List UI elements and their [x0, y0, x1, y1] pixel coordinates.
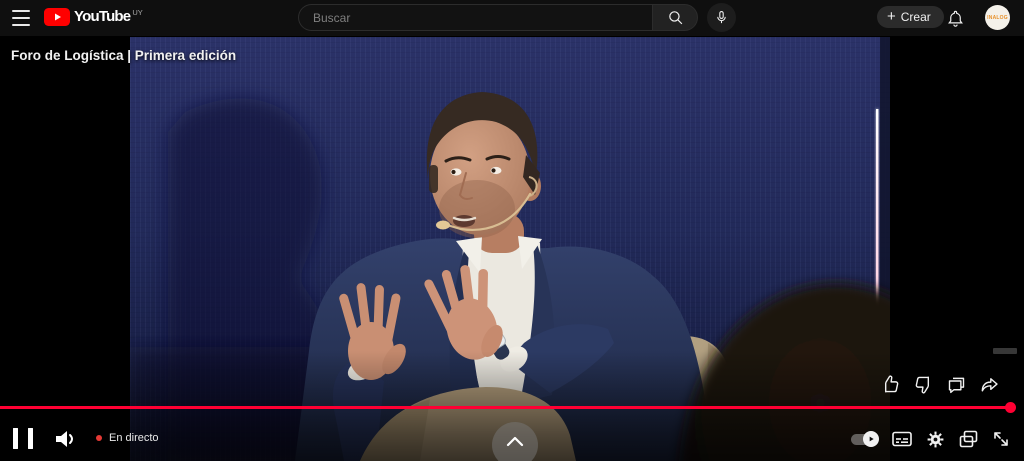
subtitles-icon [892, 431, 912, 447]
video-player[interactable] [130, 37, 890, 461]
subtitles-button[interactable] [892, 431, 912, 447]
microphone-icon [714, 10, 729, 25]
progress-fill [0, 406, 1010, 409]
hamburger-icon [12, 24, 30, 26]
avatar-text: INALOG [987, 15, 1008, 21]
progress-scrubber[interactable] [1005, 402, 1016, 413]
pause-button[interactable] [13, 428, 33, 450]
masthead: YouTube UY + Crear [0, 0, 1024, 36]
thumbs-down-icon [913, 374, 934, 395]
player-controls: En directo [0, 414, 1024, 461]
progress-bar[interactable] [0, 406, 1024, 410]
show-more-button[interactable] [492, 422, 538, 461]
chevron-up-icon [504, 434, 526, 448]
search-button[interactable] [652, 4, 698, 31]
fullscreen-button[interactable] [992, 430, 1010, 448]
voice-search-button[interactable] [707, 3, 736, 32]
miniplayer-icon [959, 430, 978, 449]
autoplay-toggle[interactable] [851, 434, 878, 445]
create-label: Crear [901, 6, 931, 28]
video-scene [130, 37, 890, 461]
pause-icon [13, 428, 18, 449]
account-avatar[interactable]: INALOG [985, 5, 1010, 30]
miniplayer-button[interactable] [959, 430, 978, 449]
youtube-watch-page: YouTube UY + Crear [0, 0, 1024, 461]
share-icon [979, 374, 1000, 395]
bell-icon [946, 9, 965, 28]
video-title: Foro de Logística | Primera edición [11, 48, 236, 63]
live-label: En directo [109, 432, 159, 444]
fullscreen-icon [992, 430, 1010, 448]
video-watermark [993, 348, 1017, 354]
like-button[interactable] [880, 374, 901, 395]
plus-icon: + [887, 6, 896, 28]
volume-button[interactable] [53, 427, 79, 451]
share-button[interactable] [979, 374, 1000, 395]
gear-icon [926, 430, 945, 449]
live-badge[interactable]: En directo [96, 432, 159, 444]
chat-icon [946, 374, 967, 395]
search-input[interactable] [298, 4, 652, 31]
dislike-button[interactable] [913, 374, 934, 395]
engagement-bar [880, 374, 1000, 395]
live-dot-icon [96, 435, 102, 441]
pause-icon [28, 428, 33, 449]
youtube-logo[interactable]: YouTube UY [44, 8, 143, 26]
logo-country-code: UY [132, 8, 142, 17]
logo-text: YouTube [74, 8, 130, 26]
autoplay-knob [863, 431, 879, 447]
menu-button[interactable] [12, 10, 30, 26]
volume-icon [53, 427, 79, 451]
thumbs-up-icon [880, 374, 901, 395]
chat-button[interactable] [946, 374, 967, 395]
notifications-button[interactable] [944, 7, 966, 29]
youtube-play-icon [44, 8, 70, 26]
right-controls [851, 426, 1010, 452]
search-box [298, 4, 698, 31]
hamburger-icon [12, 10, 30, 12]
hamburger-icon [12, 17, 30, 19]
play-icon [867, 435, 875, 443]
search-icon [667, 9, 684, 26]
create-button[interactable]: + Crear [877, 6, 944, 28]
settings-button[interactable] [926, 430, 945, 449]
